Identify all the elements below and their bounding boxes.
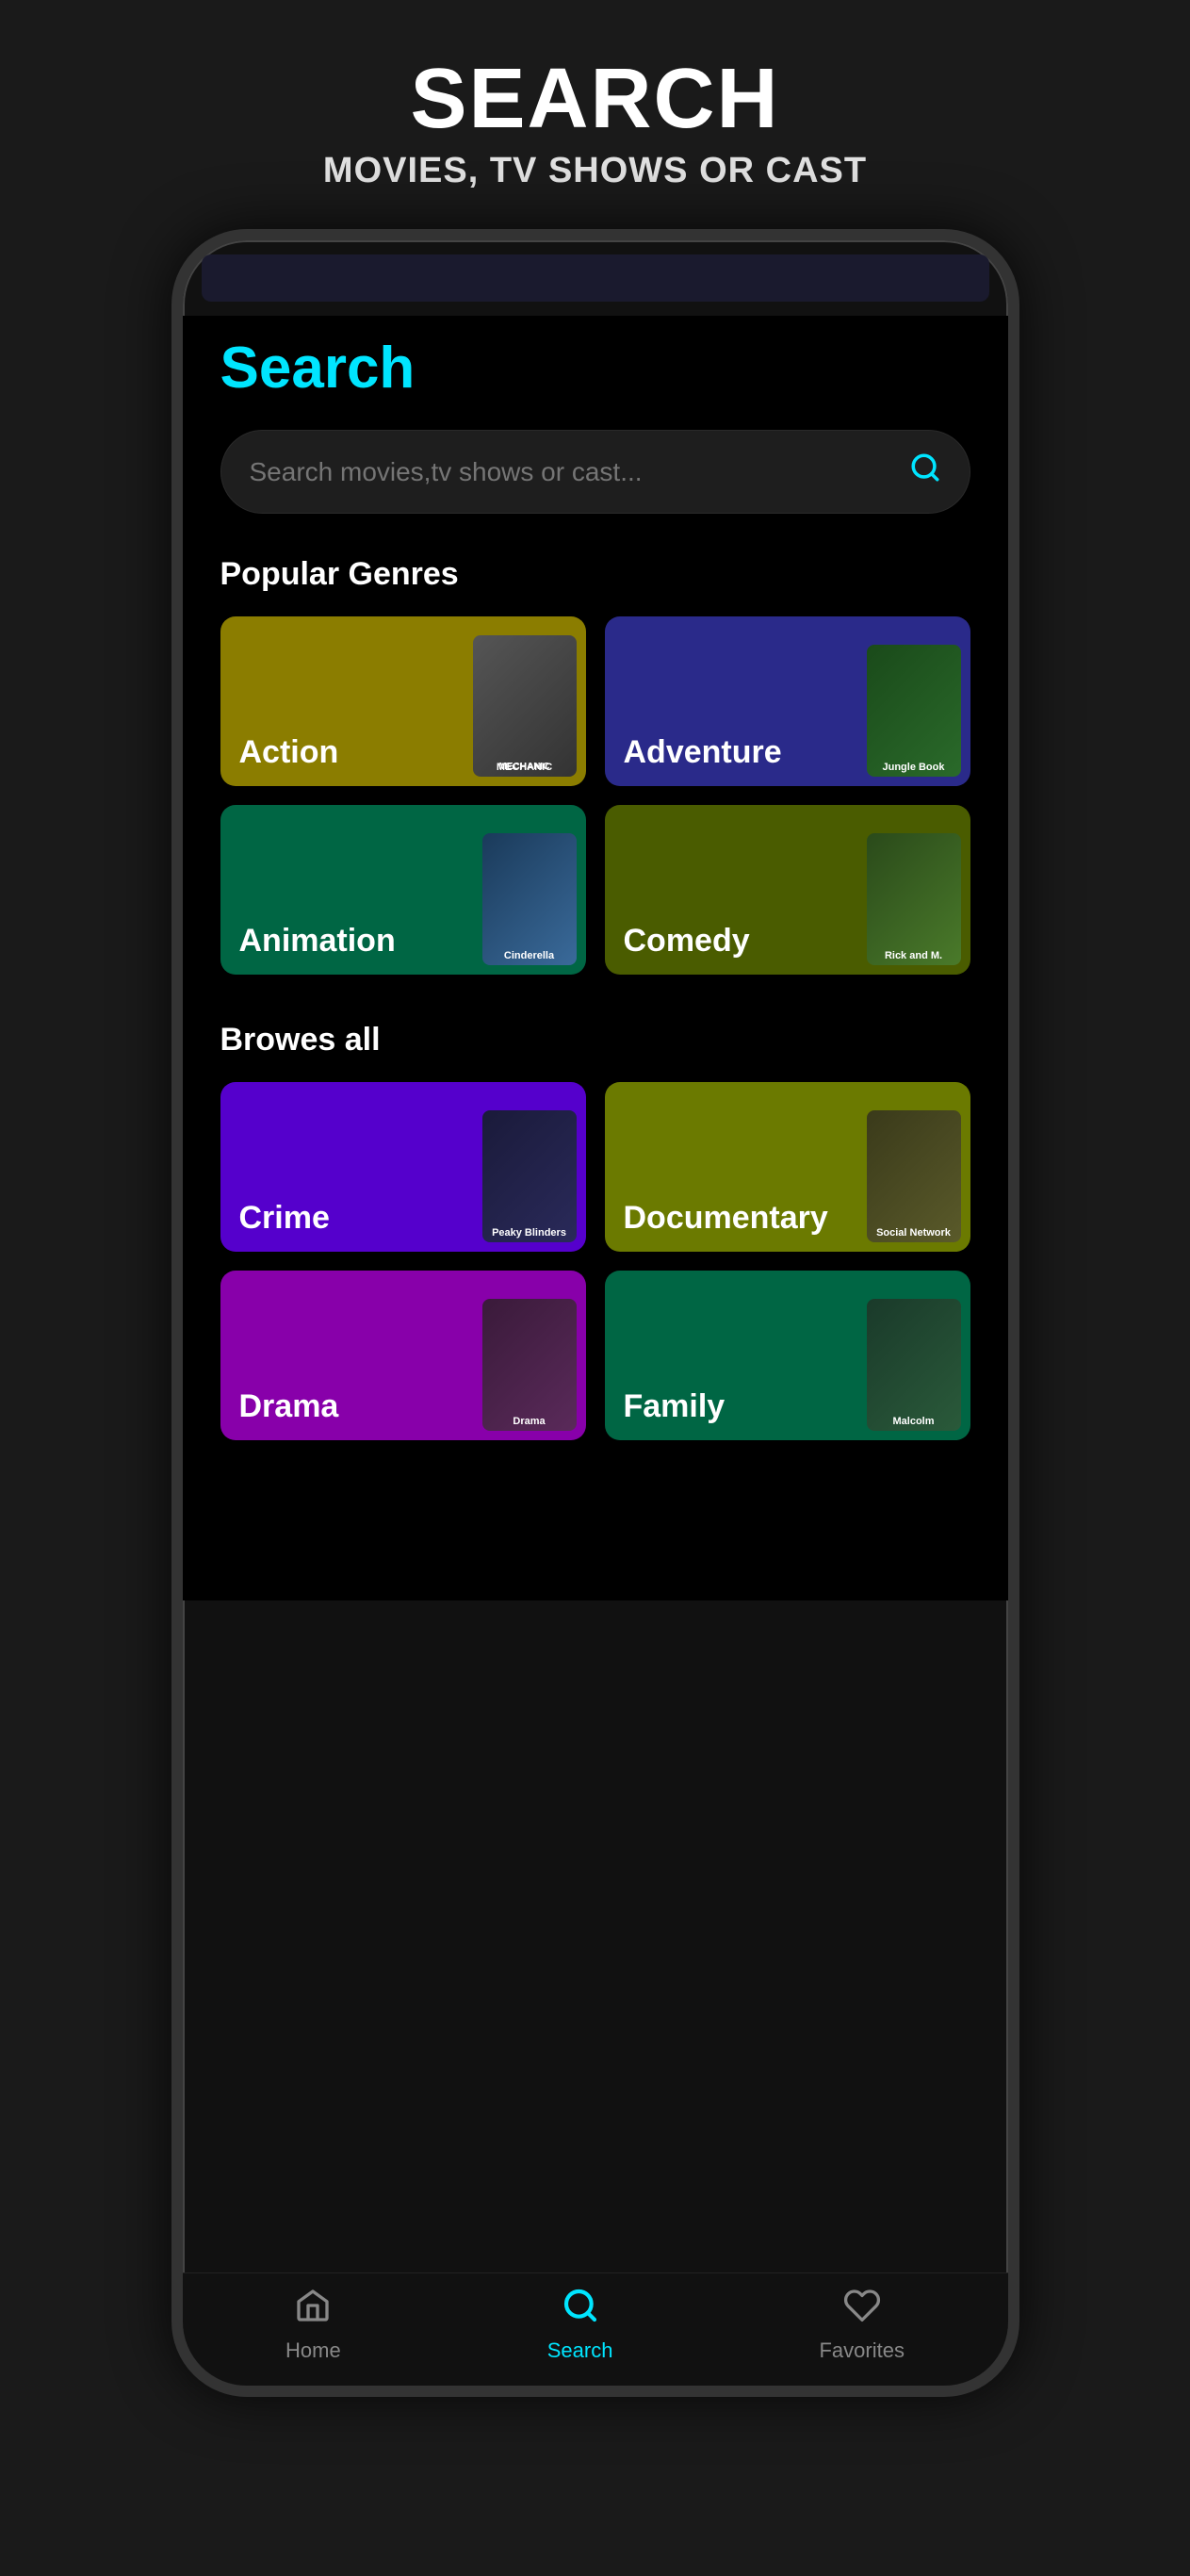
nav-favorites-label: Favorites — [819, 2338, 904, 2363]
genre-card-animation[interactable]: Animation Cinderella — [220, 805, 586, 975]
genre-label-family: Family — [605, 1373, 744, 1440]
status-bar — [202, 254, 989, 302]
nav-search-icon — [562, 2287, 599, 2333]
genre-label-adventure: Adventure — [605, 719, 801, 786]
genre-card-adventure[interactable]: Adventure Jungle Book — [605, 616, 970, 786]
genre-label-animation: Animation — [220, 908, 415, 975]
phone-content: Search Popular Genres Action MECHANIC Adve… — [183, 316, 1008, 1600]
poster-crime: Peaky Blinders — [482, 1110, 577, 1242]
genre-img-action: MECHANIC — [384, 616, 585, 786]
nav-home[interactable]: Home — [285, 2287, 341, 2363]
popular-genres-grid: Action MECHANIC Adventure Jungle Book Animat… — [220, 616, 970, 975]
main-title: SEARCH — [323, 57, 867, 141]
genre-img-family: Malcolm — [769, 1271, 970, 1440]
genre-label-action: Action — [220, 719, 358, 786]
poster-family: Malcolm — [867, 1299, 961, 1431]
poster-animation: Cinderella — [482, 833, 577, 965]
top-header: SEARCH MOVIES, TV SHOWS OR CAST — [285, 0, 905, 229]
genre-label-crime: Crime — [220, 1185, 349, 1252]
genre-label-documentary: Documentary — [605, 1185, 847, 1252]
poster-documentary: Social Network — [867, 1110, 961, 1242]
genre-img-drama: Drama — [384, 1271, 585, 1440]
nav-search-label: Search — [547, 2338, 613, 2363]
genre-img-animation: Cinderella — [384, 805, 585, 975]
genre-card-documentary[interactable]: Documentary Social Network — [605, 1082, 970, 1252]
genre-label-drama: Drama — [220, 1373, 358, 1440]
search-input[interactable] — [250, 457, 838, 487]
nav-home-label: Home — [285, 2338, 341, 2363]
genre-card-drama[interactable]: Drama Drama — [220, 1271, 586, 1440]
heart-icon — [843, 2287, 881, 2333]
nav-search[interactable]: Search — [547, 2287, 613, 2363]
genre-img-comedy: Rick and M. — [769, 805, 970, 975]
search-icon[interactable] — [909, 451, 941, 492]
poster-comedy: Rick and M. — [867, 833, 961, 965]
browse-all-title: Browes all — [220, 1022, 970, 1058]
phone-frame: Search Popular Genres Action MECHANIC Adve… — [171, 229, 1019, 2397]
popular-genres-title: Popular Genres — [220, 556, 970, 593]
genre-card-crime[interactable]: Crime Peaky Blinders — [220, 1082, 586, 1252]
search-page-title: Search — [220, 335, 970, 402]
poster-action: MECHANIC — [473, 635, 577, 777]
main-subtitle: MOVIES, TV SHOWS OR CAST — [323, 151, 867, 191]
search-bar-container[interactable] — [220, 430, 970, 514]
genre-img-crime: Peaky Blinders — [384, 1082, 585, 1252]
genre-card-action[interactable]: Action MECHANIC — [220, 616, 586, 786]
poster-drama: Drama — [482, 1299, 577, 1431]
browse-all-grid: Crime Peaky Blinders Documentary Social Net… — [220, 1082, 970, 1440]
nav-favorites[interactable]: Favorites — [819, 2287, 904, 2363]
genre-card-family[interactable]: Family Malcolm — [605, 1271, 970, 1440]
poster-adventure: Jungle Book — [867, 645, 961, 777]
home-icon — [294, 2287, 332, 2333]
bottom-nav: Home Search Favorites — [183, 2272, 1008, 2386]
genre-card-comedy[interactable]: Comedy Rick and M. — [605, 805, 970, 975]
genre-label-comedy: Comedy — [605, 908, 769, 975]
